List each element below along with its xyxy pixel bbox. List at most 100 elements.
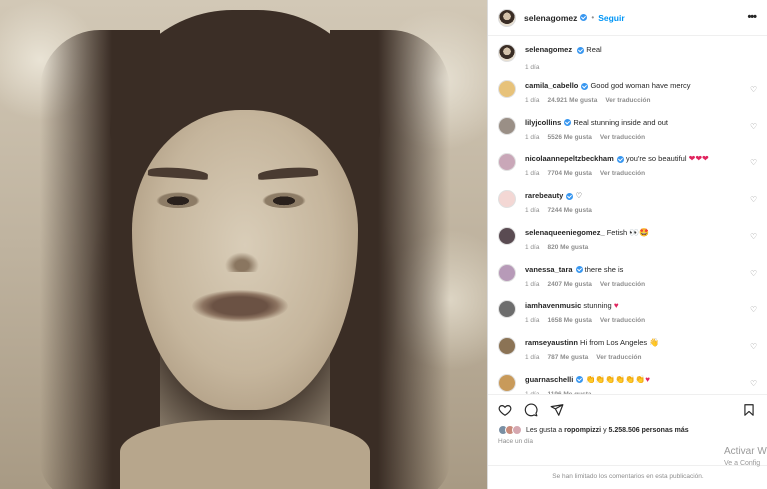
comment-likes[interactable]: 7244 Me gusta — [547, 207, 591, 214]
comment-text: Real stunning inside and out — [573, 117, 669, 127]
comment-time[interactable]: 1 día — [525, 281, 539, 288]
comment-avatar[interactable] — [498, 336, 516, 355]
comment-avatar[interactable] — [498, 80, 516, 98]
more-horizontal-icon[interactable]: ••• — [747, 11, 757, 23]
see-translation-link[interactable]: Ver traducción — [605, 97, 650, 104]
see-translation-link[interactable]: Ver traducción — [600, 317, 645, 324]
verified-badge-icon — [581, 82, 589, 90]
see-translation-link[interactable]: Ver traducción — [600, 170, 645, 177]
likes-prefix: Les gusta a — [526, 426, 563, 434]
comment-like-heart-icon[interactable]: ♡ — [750, 269, 758, 278]
caption-username[interactable]: selenagomez — [525, 45, 572, 54]
comment-text: ♡ — [575, 191, 583, 201]
likers-avatars[interactable] — [498, 425, 522, 435]
comment-text: there she is — [584, 264, 624, 274]
comment-likes[interactable]: 820 Me gusta — [547, 244, 588, 251]
comment-avatar[interactable] — [498, 373, 516, 392]
comment-emoji: 👋 — [649, 337, 660, 347]
verified-badge-icon — [566, 192, 574, 200]
comment-time[interactable]: 1 día — [525, 354, 539, 361]
comment-time[interactable]: 1 día — [525, 207, 539, 214]
photo-shoulder — [120, 420, 370, 489]
watermark-line2: Ve a Config — [724, 460, 761, 467]
comment-likes[interactable]: 787 Me gusta — [547, 354, 588, 361]
see-translation-link[interactable]: Ver traducción — [600, 134, 645, 141]
comment-username[interactable]: nicolaannepeltzbeckham — [525, 154, 614, 163]
comment-avatar[interactable] — [498, 116, 516, 135]
verified-badge-icon — [577, 46, 585, 54]
see-translation-link[interactable]: Ver traducción — [600, 281, 645, 288]
comment-avatar[interactable] — [498, 226, 516, 245]
comment-avatar[interactable] — [498, 153, 516, 172]
posted-time[interactable]: Hace un día — [498, 438, 533, 445]
photo-eye-left — [156, 192, 200, 208]
comment-avatar[interactable] — [498, 263, 516, 282]
caption-text: Real — [586, 45, 602, 54]
comment-username[interactable]: camila_cabello — [525, 81, 578, 90]
comment-time[interactable]: 1 día — [525, 134, 539, 141]
comment-like-heart-icon[interactable]: ♡ — [750, 159, 758, 167]
comment-username[interactable]: vanessa_tara — [525, 265, 573, 274]
post-actions: Les gusta a ropompizzi y 5.258.506 perso… — [488, 394, 767, 489]
verified-badge-icon — [576, 376, 584, 384]
comment-icon[interactable] — [524, 403, 538, 417]
comment-like-heart-icon[interactable]: ♡ — [750, 306, 758, 314]
post-photo[interactable] — [0, 0, 487, 489]
caption-avatar[interactable] — [498, 44, 516, 62]
comment-username[interactable]: iamhavenmusic — [525, 301, 581, 310]
verified-badge-icon — [616, 155, 624, 163]
comment-likes[interactable]: 7704 Me gusta — [547, 170, 591, 177]
comment-emoji: ♥ — [613, 301, 619, 311]
comment-username[interactable]: rarebeauty — [525, 191, 563, 200]
comment-text: Fetish — [606, 227, 628, 237]
comment-time[interactable]: 1 día — [525, 170, 539, 177]
comment-time[interactable]: 1 día — [525, 97, 539, 104]
comment-like-heart-icon[interactable]: ♡ — [750, 342, 758, 351]
comment-like-heart-icon[interactable]: ♡ — [750, 122, 758, 131]
comment-text: you're so beautiful — [625, 154, 687, 164]
comment-likes[interactable]: 1658 Me gusta — [547, 317, 591, 324]
likes-summary: Les gusta a ropompizzi y 5.258.506 perso… — [498, 425, 689, 435]
comment-text: Good god woman have mercy — [590, 81, 691, 90]
windows-activation-watermark: Activar Wi Ve a Config — [724, 446, 767, 470]
likes-middle: y — [603, 426, 607, 434]
liker-avatar[interactable] — [512, 425, 522, 435]
comment-time[interactable]: 1 día — [525, 244, 539, 251]
caption-time: 1 día — [525, 64, 540, 71]
watermark-line1: Activar Wi — [724, 446, 767, 457]
bookmark-icon[interactable] — [742, 403, 756, 417]
comment-text: Hi from Los Angeles — [580, 337, 648, 347]
author-username[interactable]: selenagomez — [524, 13, 577, 23]
follow-button[interactable]: Seguir — [598, 13, 624, 23]
comment-username[interactable]: ramseyaustinn — [525, 338, 578, 347]
send-icon[interactable] — [550, 403, 564, 417]
comment-likes[interactable]: 5526 Me gusta — [547, 134, 591, 141]
see-translation-link[interactable]: Ver traducción — [596, 354, 641, 361]
verified-badge-icon — [580, 14, 588, 21]
comment-avatar[interactable] — [498, 300, 516, 319]
comment-like-heart-icon[interactable]: ♡ — [750, 379, 758, 388]
heart-icon[interactable] — [498, 403, 512, 417]
likes-count[interactable]: 5.258.506 personas más — [609, 427, 689, 434]
photo-eye-right — [262, 192, 306, 208]
comment-emoji: ❤❤❤ — [688, 154, 709, 164]
photo-nose — [222, 250, 262, 272]
comment-time[interactable]: 1 día — [525, 317, 539, 324]
comment-like-heart-icon[interactable]: ♡ — [750, 196, 758, 204]
verified-badge-icon — [564, 119, 572, 127]
comment-username[interactable]: lilyjcollins — [525, 118, 561, 127]
comment-likes[interactable]: 24.921 Me gusta — [547, 97, 597, 104]
photo-lips — [192, 290, 288, 322]
author-avatar[interactable] — [498, 8, 516, 27]
post-header: selenagomez • Seguir ••• — [488, 0, 767, 36]
comment-avatar[interactable] — [498, 190, 516, 209]
likes-user[interactable]: ropompizzi — [564, 427, 601, 434]
comments-list[interactable]: selenagomez Real 1 día camila_cabello Go… — [488, 36, 767, 394]
comment-username[interactable]: guarnaschelli — [525, 375, 573, 384]
comment-like-heart-icon[interactable]: ♡ — [750, 232, 758, 241]
comment-username[interactable]: selenaqueeniegomez_ — [525, 228, 605, 237]
comment-likes[interactable]: 2407 Me gusta — [547, 281, 591, 288]
comment-emoji: 👏👏👏👏👏👏♥ — [585, 374, 650, 384]
comment-emoji: 👀🤩 — [629, 227, 650, 237]
comment-like-heart-icon[interactable]: ♡ — [750, 86, 758, 94]
